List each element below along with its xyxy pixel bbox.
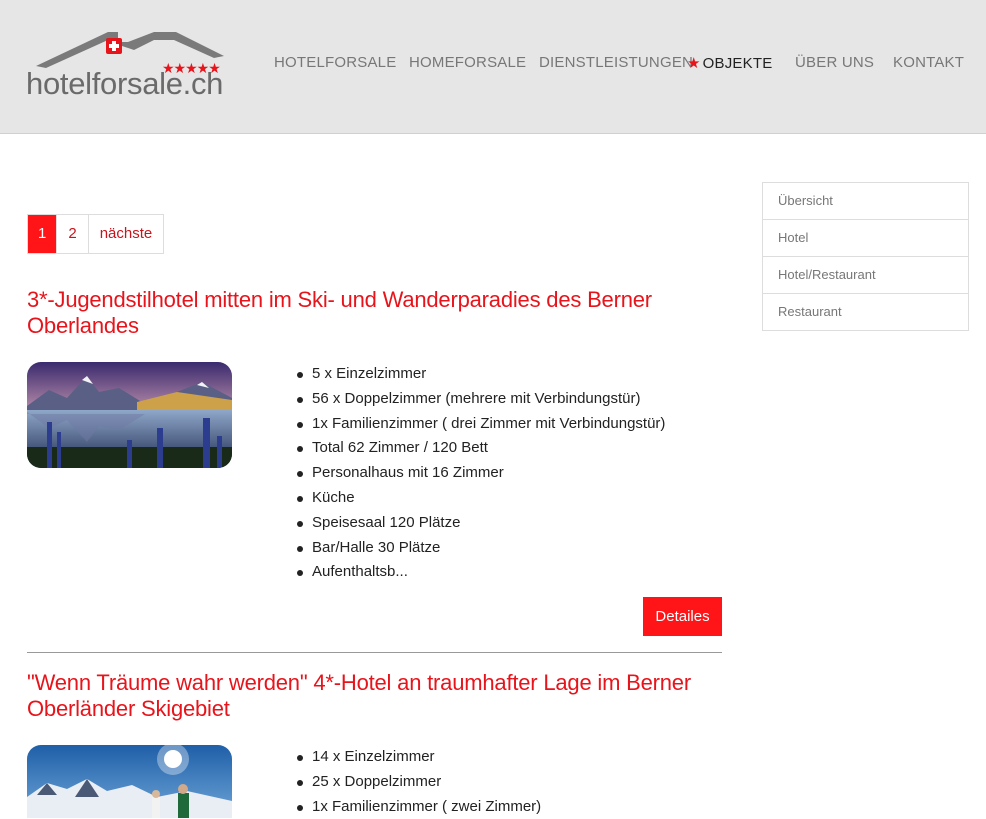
nav-hotelforsale[interactable]: HOTELFORSALE [274,54,396,71]
next-page-link[interactable]: nächste [87,215,164,253]
nav-objekte[interactable]: ★ OBJEKTE [687,54,772,72]
feature-item: Küche [297,486,665,511]
listing-divider [27,652,722,653]
feature-item: 5 x Einzelzimmer [297,362,665,387]
sidebar-item-hotel[interactable]: Hotel [763,219,968,256]
main-nav: HOTELFORSALE HOMEFORSALE DIENSTLEISTUNGE… [0,54,986,74]
feature-item: 14 x Einzelzimmer [297,745,541,770]
nav-ueber-uns[interactable]: ÜBER UNS [795,54,874,71]
feature-item: 25 x Doppelzimmer [297,770,541,795]
listing-image[interactable] [27,362,232,468]
listing-title[interactable]: 3*-Jugendstilhotel mitten im Ski- und Wa… [27,287,717,339]
feature-item: Personalhaus mit 16 Zimmer [297,461,665,486]
nav-kontakt[interactable]: KONTAKT [893,54,964,71]
feature-item: Speisesaal 120 Plätze [297,511,665,536]
ski-mountain-image [27,745,232,818]
site-header: ★★★★★ hotelforsale.ch HOTELFORSALE HOMEF… [0,0,986,134]
nav-objekte-label: OBJEKTE [702,55,773,72]
pagination: 1 2 nächste [27,214,165,254]
mountain-lake-image [27,362,232,468]
listing-features: 14 x Einzelzimmer 25 x Doppelzimmer 1x F… [297,745,541,819]
sidebar-item-restaurant[interactable]: Restaurant [763,293,968,330]
category-sidebar: Übersicht Hotel Hotel/Restaurant Restaur… [762,182,969,331]
listing-features: 5 x Einzelzimmer 56 x Doppelzimmer (mehr… [297,362,665,585]
listing-title[interactable]: "Wenn Träume wahr werden" 4*-Hotel an tr… [27,670,717,722]
sidebar-item-uebersicht[interactable]: Übersicht [763,183,968,219]
feature-item: 56 x Doppelzimmer (mehrere mit Verbindun… [297,387,665,412]
page-2-link[interactable]: 2 [56,215,87,253]
nav-homeforsale[interactable]: HOMEFORSALE [409,54,526,71]
feature-item: Total 62 Zimmer / 120 Bett [297,436,665,461]
listing-image[interactable] [27,745,232,818]
sidebar-item-hotel-restaurant[interactable]: Hotel/Restaurant [763,256,968,293]
feature-item: Aufenthaltsb... [297,560,665,585]
star-icon: ★ [687,55,701,72]
feature-item: 1x Familienzimmer ( zwei Zimmer) [297,795,541,819]
nav-dienstleistungen[interactable]: DIENSTLEISTUNGEN [539,54,693,71]
feature-item: 1x Familienzimmer ( drei Zimmer mit Verb… [297,412,665,437]
details-button[interactable]: Detailes [643,597,722,636]
feature-item: Bar/Halle 30 Plätze [297,536,665,561]
page-1-link[interactable]: 1 [28,215,57,253]
